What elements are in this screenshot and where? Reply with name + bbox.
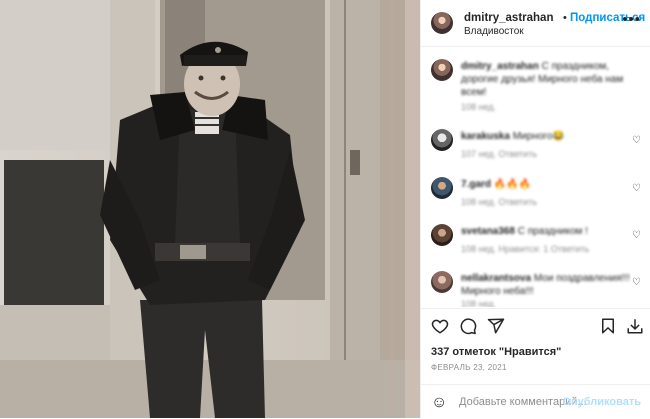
comment-username[interactable]: dmitry_astrahan [461, 61, 539, 72]
comment-meta: 108 нед. [461, 299, 497, 307]
comment-item: karakuska Мирного😂 107 нед. Ответить ♡ [431, 129, 641, 169]
comment-meta: 107 нед. Ответить [461, 149, 538, 159]
emoji-icon[interactable]: ☺ [431, 394, 447, 412]
save-bookmark-icon[interactable] [599, 317, 617, 335]
comment-body: С праздником ! [514, 226, 588, 237]
post-side-panel: dmitry_astrahan • Подписаться Владивосто… [420, 0, 650, 418]
comment-bubble-icon[interactable] [459, 317, 477, 335]
download-icon[interactable] [626, 317, 644, 335]
post-location[interactable]: Владивосток [464, 26, 524, 37]
post-photo[interactable] [0, 0, 420, 418]
more-options-icon[interactable]: ••• [622, 11, 641, 28]
like-comment-heart-icon[interactable]: ♡ [632, 230, 641, 241]
commenter-avatar[interactable] [431, 59, 453, 81]
comment-text: 7.gard 🔥🔥🔥 [461, 178, 631, 191]
author-username[interactable]: dmitry_astrahan [464, 12, 553, 24]
comment-text: svetana368 С праздником ! [461, 225, 631, 238]
like-comment-heart-icon[interactable]: ♡ [632, 135, 641, 146]
like-comment-heart-icon[interactable]: ♡ [632, 183, 641, 194]
comments-list[interactable]: dmitry_astrahan С праздником, дорогие др… [421, 47, 650, 307]
comment-username[interactable]: 7.gard [461, 179, 491, 190]
add-comment-bar: ☺ Опубликовать [421, 384, 650, 419]
header-separator: • [563, 12, 567, 24]
likes-count[interactable]: 337 отметок "Нравится" [431, 346, 561, 358]
publish-button[interactable]: Опубликовать [562, 396, 641, 408]
like-heart-icon[interactable] [431, 317, 449, 335]
commenter-avatar[interactable] [431, 224, 453, 246]
instagram-post-view: dmitry_astrahan • Подписаться Владивосто… [0, 0, 650, 418]
author-avatar[interactable] [431, 12, 453, 34]
caption-text: dmitry_astrahan С праздником, дорогие др… [461, 60, 631, 99]
caption-item: dmitry_astrahan С праздником, дорогие др… [431, 59, 641, 119]
comment-text: karakuska Мирного😂 [461, 130, 631, 143]
commenter-avatar[interactable] [431, 129, 453, 151]
comment-item: 7.gard 🔥🔥🔥 108 нед. Ответить ♡ [431, 177, 641, 217]
comment-body: 🔥🔥🔥 [491, 179, 532, 190]
comment-body: Мирного😂 [509, 131, 565, 142]
comment-username[interactable]: karakuska [461, 131, 510, 142]
comment-text: nellakrantsova Мои поздравления!!! Мирно… [461, 272, 631, 298]
comment-item: svetana368 С праздником ! 108 нед. Нрави… [431, 224, 641, 264]
like-comment-heart-icon[interactable]: ♡ [632, 277, 641, 288]
comment-meta: 108 нед. Нравится: 1 Ответить [461, 244, 590, 254]
comment-username[interactable]: svetana368 [461, 226, 515, 237]
comment-meta: 108 нед. [461, 102, 497, 112]
comment-username[interactable]: nellakrantsova [461, 273, 531, 284]
post-date: ФЕВРАЛЬ 23, 2021 [431, 363, 507, 372]
post-actions-bar [421, 308, 650, 343]
post-header: dmitry_astrahan • Подписаться Владивосто… [421, 0, 650, 47]
share-send-icon[interactable] [487, 317, 505, 335]
comment-meta: 108 нед. Ответить [461, 197, 538, 207]
post-photo-image [0, 0, 420, 418]
commenter-avatar[interactable] [431, 271, 453, 293]
commenter-avatar[interactable] [431, 177, 453, 199]
comment-item: nellakrantsova Мои поздравления!!! Мирно… [431, 271, 641, 307]
